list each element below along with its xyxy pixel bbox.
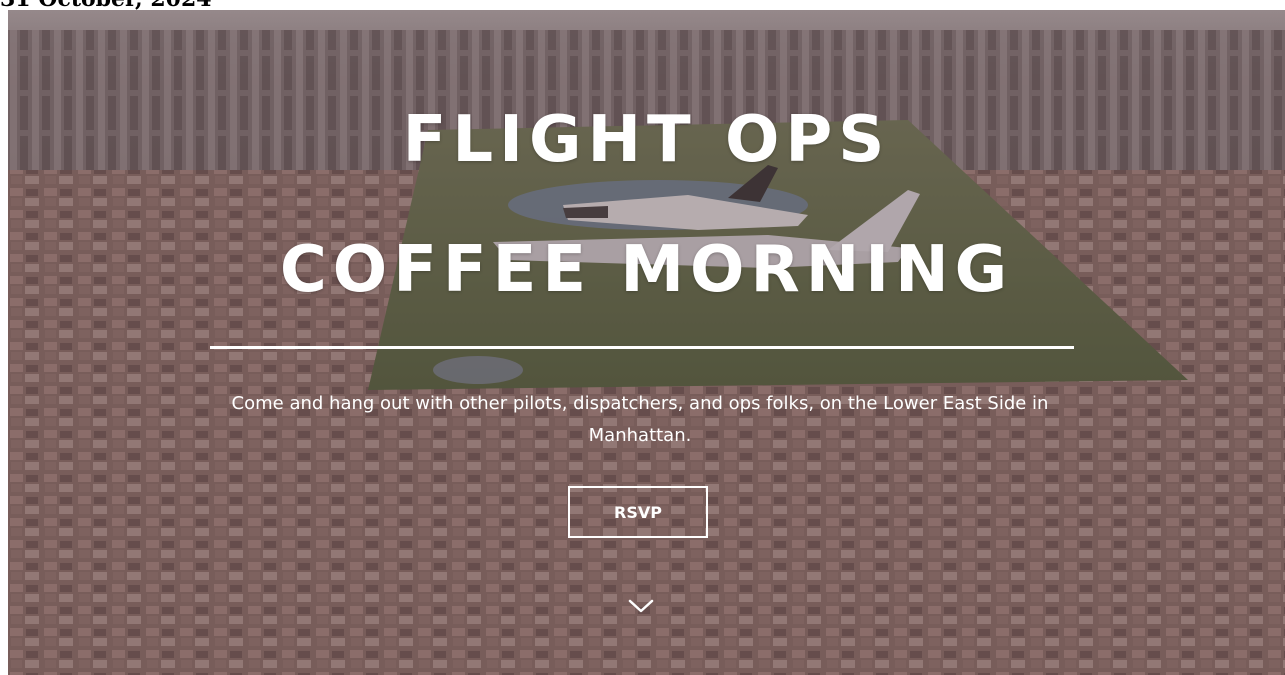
- rsvp-button[interactable]: RSVP: [568, 486, 708, 538]
- hero-title-line-1: FLIGHT OPS: [402, 103, 891, 177]
- hero-description: Come and hang out with other pilots, dis…: [231, 393, 1049, 446]
- hero-section: FLIGHT OPS COFFEE MORNING Come and hang …: [8, 10, 1285, 675]
- rsvp-button-label: RSVP: [614, 502, 662, 522]
- chevron-down-icon[interactable]: [627, 596, 655, 616]
- hero-content: FLIGHT OPS COFFEE MORNING Come and hang …: [8, 10, 1285, 675]
- hero-title-line-2: COFFEE MORNING: [279, 233, 1014, 307]
- hero-divider: [210, 346, 1074, 349]
